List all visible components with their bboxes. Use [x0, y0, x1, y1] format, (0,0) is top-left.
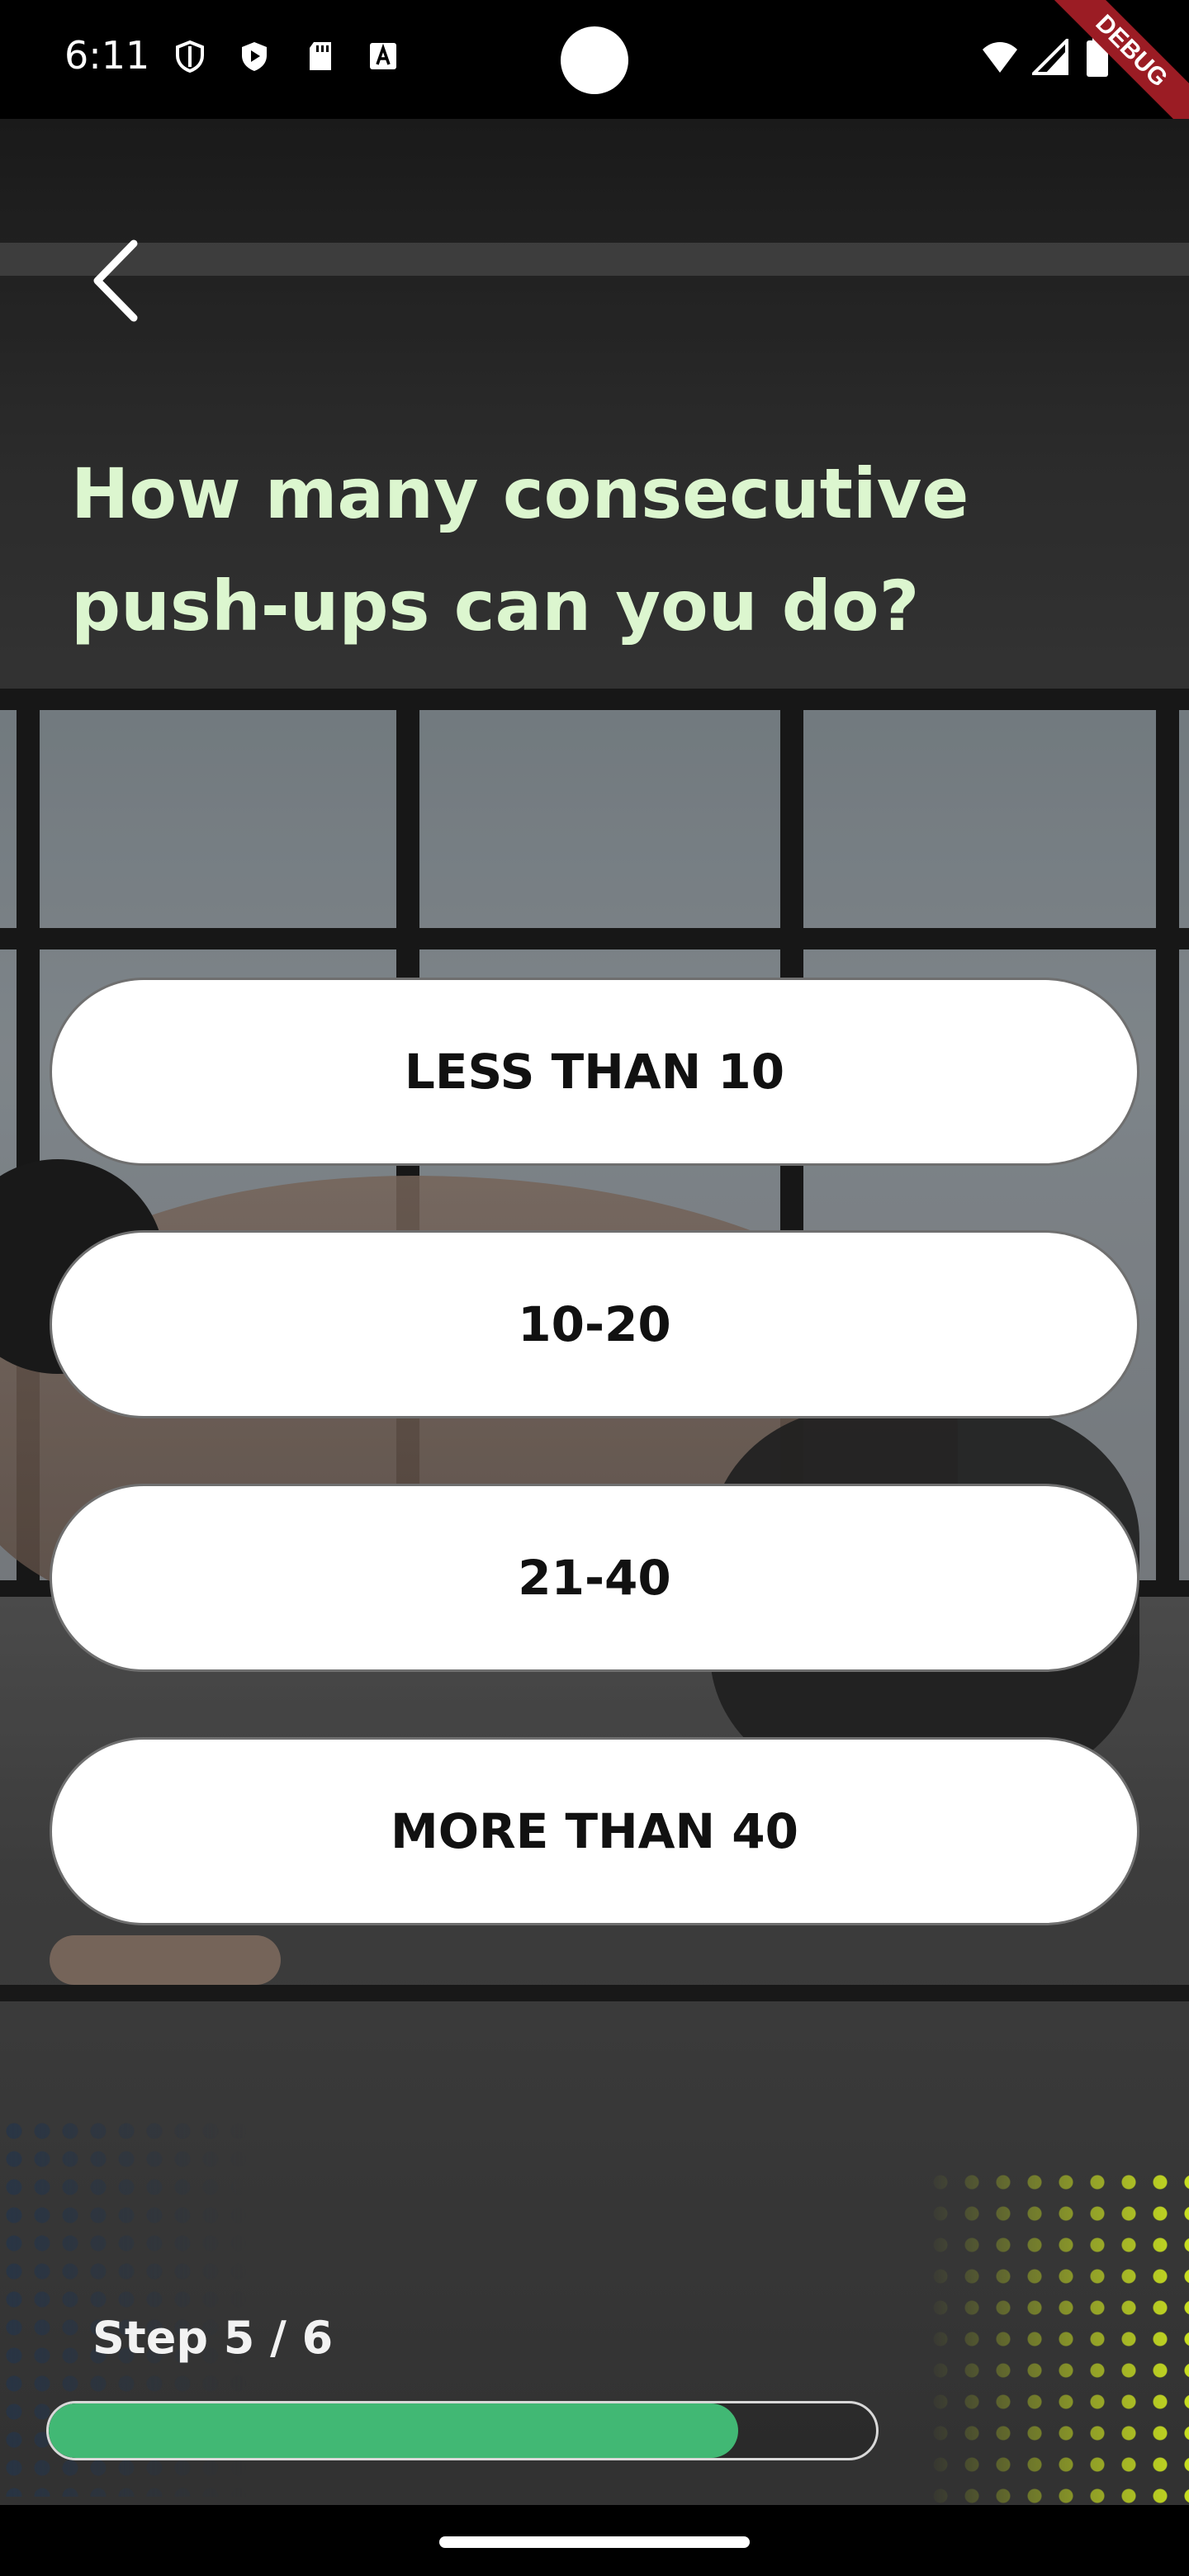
step-label: Step 5 / 6: [92, 2312, 334, 2364]
chevron-left-icon: [93, 239, 138, 322]
sd-card-icon: [310, 42, 331, 70]
decorative-dots-right: [925, 2166, 1189, 2505]
progress-fill: [49, 2403, 738, 2458]
wifi-icon: [983, 42, 1017, 73]
option-less-than-10[interactable]: LESS THAN 10: [50, 978, 1139, 1166]
play-protect-icon: [242, 42, 267, 71]
option-more-than-40[interactable]: MORE THAN 40: [50, 1737, 1139, 1925]
camera-cutout: [561, 26, 628, 94]
back-button[interactable]: [83, 235, 149, 326]
progress-bar: [46, 2401, 879, 2460]
status-time: 6:11: [64, 33, 150, 78]
shield-icon: [176, 40, 204, 73]
option-10-20[interactable]: 10-20: [50, 1230, 1139, 1418]
home-indicator[interactable]: [439, 2536, 750, 2548]
option-21-40[interactable]: 21-40: [50, 1484, 1139, 1672]
question-title: How many consecutive push-ups can you do…: [71, 453, 969, 646]
font-a-icon: [370, 43, 396, 69]
status-bar: 6:11 DEBUG: [0, 0, 1189, 146]
signal-icon: [1032, 39, 1068, 75]
